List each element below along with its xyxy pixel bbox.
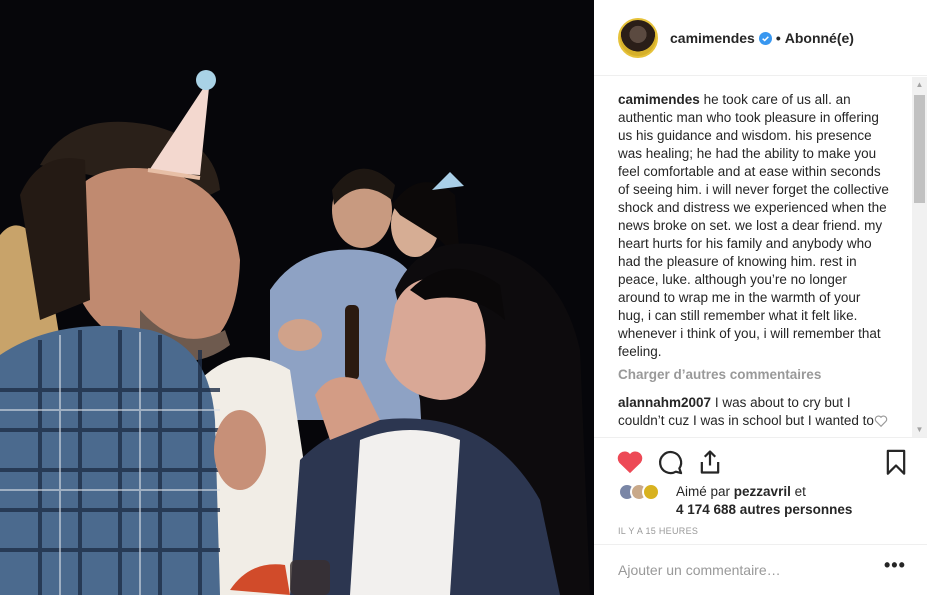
liked-by-user-link[interactable]: pezzavril <box>734 484 791 499</box>
caption-username[interactable]: camimendes <box>618 92 700 107</box>
liker-avatar <box>642 483 660 501</box>
likes-count-link[interactable]: 4 174 688 autres personnes <box>676 502 852 517</box>
username-link[interactable]: camimendes <box>670 30 755 46</box>
add-comment-input[interactable] <box>618 559 868 581</box>
more-options-icon[interactable]: ••• <box>884 555 906 576</box>
scroll-down-arrow-icon[interactable]: ▼ <box>912 422 927 437</box>
post-photo[interactable] <box>0 0 594 595</box>
verified-badge-icon <box>758 31 772 45</box>
caption: camimendes he took care of us all. an au… <box>618 91 890 361</box>
header-line: camimendes • Abonné(e) <box>670 30 854 46</box>
post-side-panel: camimendes • Abonné(e) camimendes he too… <box>594 0 927 595</box>
follow-button[interactable]: Abonné(e) <box>785 30 854 46</box>
likes-summary: Aimé par pezzavril et 4 174 688 autres p… <box>676 483 852 519</box>
load-more-comments-button[interactable]: Charger d’autres commentaires <box>618 367 821 382</box>
scrollbar-thumb[interactable] <box>914 95 925 203</box>
scroll-up-arrow-icon[interactable]: ▲ <box>912 77 927 92</box>
post-timestamp[interactable]: IL Y A 15 HEURES <box>618 526 698 536</box>
bookmark-icon[interactable] <box>882 448 910 476</box>
post-actions: Aimé par pezzavril et 4 174 688 autres p… <box>594 437 927 537</box>
comments-scrollbar[interactable]: ▲ ▼ <box>912 77 927 437</box>
comment-username[interactable]: alannahm2007 <box>618 395 711 410</box>
comment-icon[interactable] <box>656 448 684 476</box>
avatar[interactable] <box>618 18 658 58</box>
comment-item: alannahm2007 I was about to cry but I co… <box>618 394 880 430</box>
heart-icon[interactable] <box>616 448 644 476</box>
photo-scene <box>0 0 594 595</box>
liked-by-prefix: Aimé par <box>676 484 731 499</box>
liked-by-and: et <box>794 484 806 499</box>
caption-text: he took care of us all. an authentic man… <box>618 92 889 359</box>
comments-section[interactable]: camimendes he took care of us all. an au… <box>594 77 927 437</box>
post-header: camimendes • Abonné(e) <box>594 0 927 76</box>
share-icon[interactable] <box>696 448 724 476</box>
comment-like-heart-icon[interactable] <box>874 414 888 428</box>
add-comment-bar: ••• <box>594 544 927 595</box>
separator-dot: • <box>775 30 781 46</box>
liker-avatars[interactable] <box>618 483 660 501</box>
